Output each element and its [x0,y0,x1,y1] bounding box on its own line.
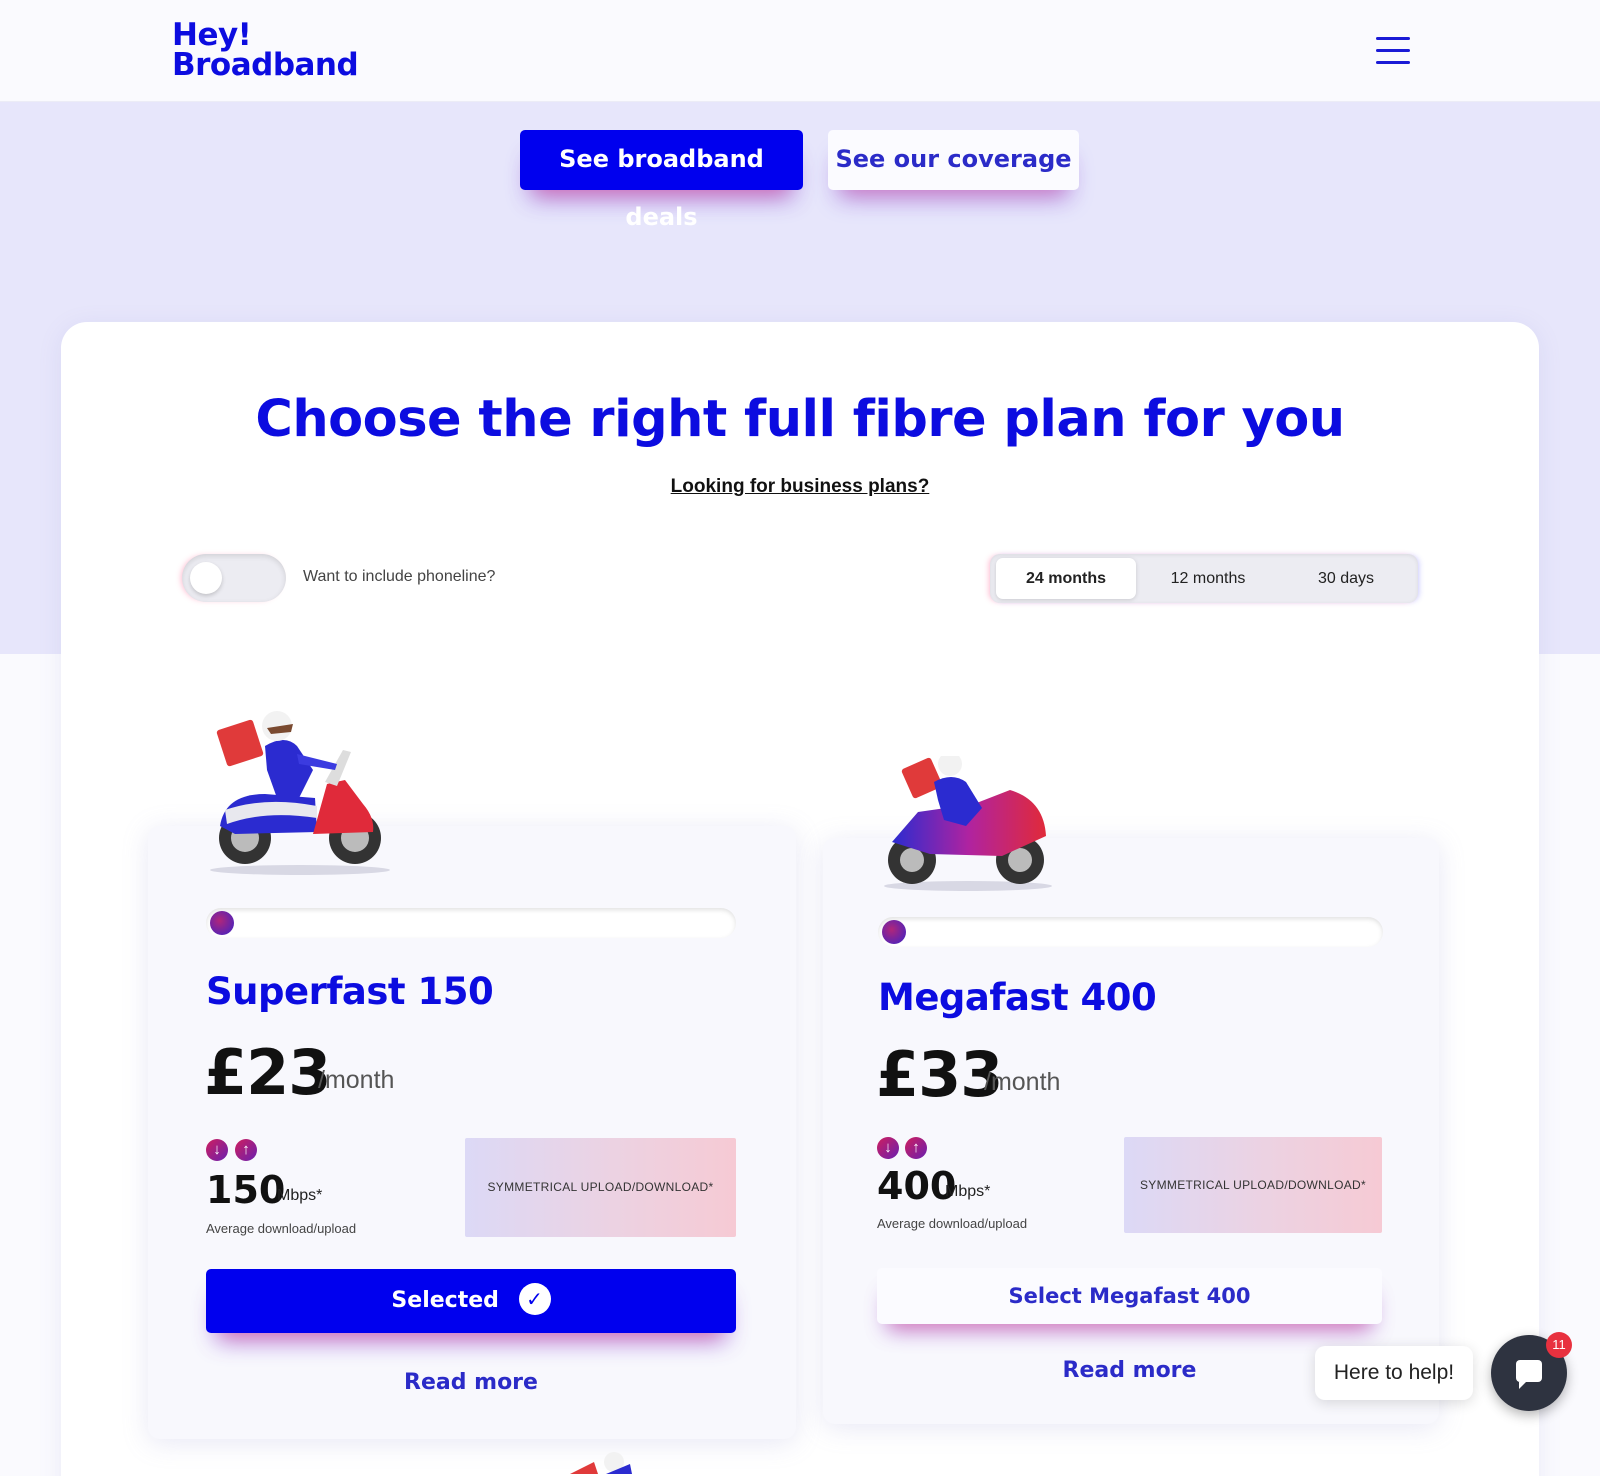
plan-speed-unit: Mbps* [945,1183,991,1200]
read-more-link-megafast-400[interactable]: Read more [877,1358,1382,1383]
upload-arrow-icon: ↑ [235,1139,257,1161]
plan-speed-value: 150 [206,1168,286,1212]
symmetrical-badge: SYMMETRICAL UPLOAD/DOWNLOAD* [1124,1137,1382,1233]
speed-meter [878,917,1383,947]
toggle-knob [190,562,222,594]
download-arrow-icon: ↓ [877,1137,899,1159]
plan-price-period: /month [318,1066,395,1094]
phoneline-label: Want to include phoneline? [303,568,496,585]
plan-name: Megafast 400 [878,976,1157,1019]
logo-line-1: Hey! [172,17,252,53]
plan-speed-caption: Average download/upload [877,1216,1028,1231]
business-plans-link[interactable]: Looking for business plans? [0,476,1600,498]
plan-speed-unit: Mbps* [277,1187,323,1204]
hey-broadband-logo[interactable]: Hey! Broadband [172,17,359,83]
rider-illustration-partial [570,1452,632,1474]
plan-price: £23 [204,1036,331,1109]
term-option-30-days[interactable]: 30 days [1280,558,1412,599]
contract-term-switch: 24 months 12 months 30 days [990,554,1418,603]
symmetrical-badge: SYMMETRICAL UPLOAD/DOWNLOAD* [465,1138,736,1237]
selected-button-label: Selected [391,1288,499,1313]
chat-icon [1516,1360,1542,1389]
plan-name: Superfast 150 [206,970,494,1013]
chat-unread-badge: 11 [1546,1332,1572,1358]
upload-arrow-icon: ↑ [905,1137,927,1159]
read-more-link-superfast-150[interactable]: Read more [206,1370,736,1395]
see-broadband-deals-button[interactable]: See broadband deals [520,130,803,231]
logo-line-2: Broadband [172,47,359,83]
term-option-24-months[interactable]: 24 months [996,558,1136,599]
plans-title: Choose the right full fibre plan for you [255,390,1345,449]
motorbike-rider-icon [884,756,1052,891]
speed-meter [206,908,736,938]
chat-prompt-bubble[interactable]: Here to help! [1315,1346,1473,1400]
see-our-coverage-button[interactable]: See our coverage [828,130,1079,190]
term-option-12-months[interactable]: 12 months [1138,558,1278,599]
phoneline-toggle[interactable] [182,554,286,602]
checkmark-icon: ✓ [518,1283,551,1315]
scooter-rider-icon [210,711,390,875]
speed-meter-indicator [210,911,234,935]
select-megafast-400-button[interactable]: Select Megafast 400 [877,1268,1382,1324]
hamburger-menu-icon[interactable] [1376,37,1410,65]
plan-price-period: /month [984,1068,1061,1096]
plan-speed-caption: Average download/upload [206,1221,357,1236]
download-arrow-icon: ↓ [206,1139,228,1161]
selected-plan-button[interactable]: Selected ✓ [206,1269,736,1333]
site-header: Hey! Broadband [0,0,1600,102]
speed-meter-indicator [882,920,906,944]
